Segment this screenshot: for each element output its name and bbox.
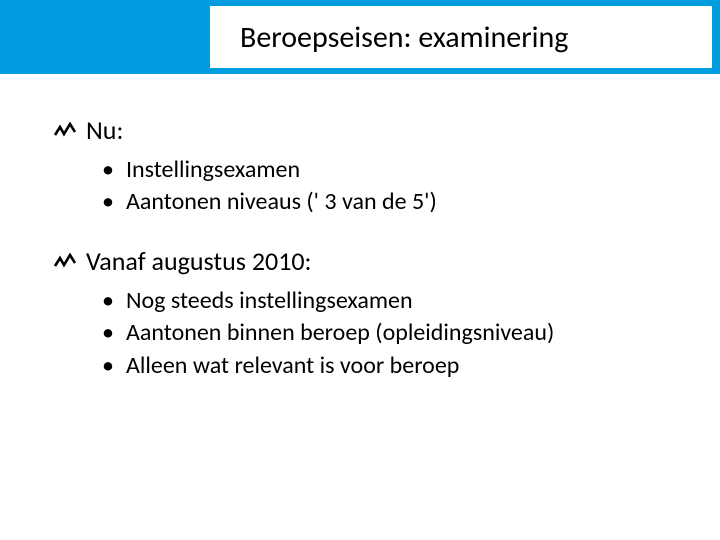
section-2-list: Nog steeds instellingsexamen Aantonen bi… <box>102 285 680 382</box>
list-item: Aantonen binnen beroep (opleidingsniveau… <box>102 317 680 349</box>
list-item: Alleen wat relevant is voor beroep <box>102 350 680 382</box>
list-item: Nog steeds instellingsexamen <box>102 285 680 317</box>
slide-title: Beroepseisen: examinering <box>240 19 568 56</box>
section-heading-2-text: Vanaf augustus 2010: <box>86 245 312 277</box>
bullet-squiggle-icon <box>54 252 76 270</box>
bullet-squiggle-icon <box>54 121 76 139</box>
title-box: Beroepseisen: examinering <box>210 6 712 68</box>
section-1-list: Instellingsexamen Aantonen niveaus (' 3 … <box>102 154 680 219</box>
list-item: Instellingsexamen <box>102 154 680 186</box>
header-bar: Beroepseisen: examinering <box>0 0 720 74</box>
section-heading-1: Nu: <box>54 114 680 146</box>
section-heading-2: Vanaf augustus 2010: <box>54 245 680 277</box>
list-item: Aantonen niveaus (' 3 van de 5') <box>102 186 680 218</box>
slide-content: Nu: Instellingsexamen Aantonen niveaus (… <box>0 74 720 382</box>
section-heading-1-text: Nu: <box>86 114 123 146</box>
